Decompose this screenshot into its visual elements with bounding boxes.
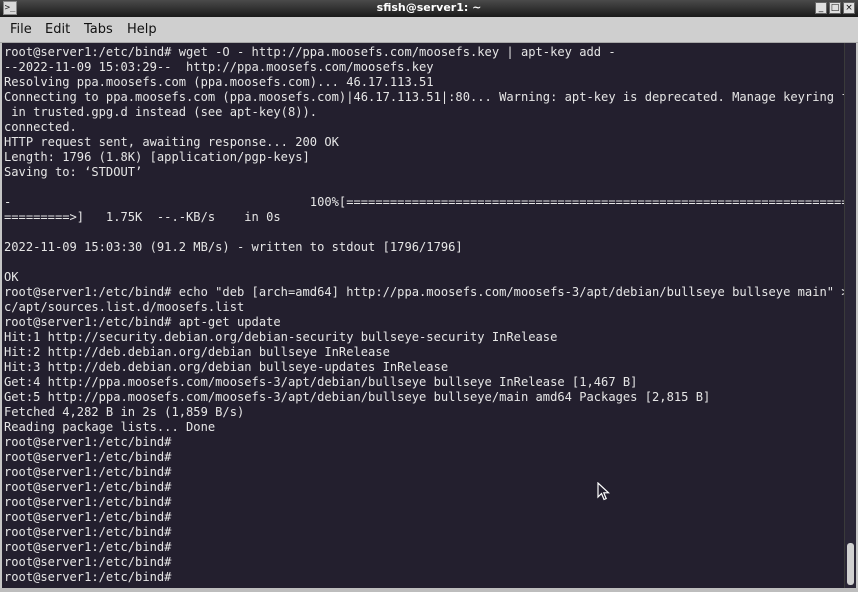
terminal-line: HTTP request sent, awaiting response... … [4, 135, 339, 149]
maximize-button[interactable]: □ [829, 2, 841, 14]
menu-bar: File Edit Tabs Help [0, 17, 858, 43]
terminal-line: OK [4, 270, 19, 284]
window-title: sfish@server1: ~ [376, 1, 482, 14]
terminal-line: root@server1:/etc/bind# [4, 480, 172, 494]
terminal-line: root@server1:/etc/bind# [4, 540, 172, 554]
terminal-line: Saving to: ‘STDOUT’ [4, 165, 143, 179]
terminal-line: Connecting to ppa.moosefs.com (ppa.moose… [4, 90, 844, 104]
terminal-line: Hit:1 http://security.debian.org/debian-… [4, 330, 558, 344]
minimize-button[interactable]: _ [815, 2, 827, 14]
terminal-line: root@server1:/etc/bind# [4, 570, 172, 584]
terminal-output[interactable]: root@server1:/etc/bind# wget -O - http:/… [2, 43, 844, 588]
terminal-line: 2022-11-09 15:03:30 (91.2 MB/s) - writte… [4, 240, 463, 254]
mouse-pointer-icon [597, 482, 611, 501]
terminal-line: Get:4 http://ppa.moosefs.com/moosefs-3/a… [4, 375, 638, 389]
terminal-line: Get:5 http://ppa.moosefs.com/moosefs-3/a… [4, 390, 711, 404]
terminal-line: root@server1:/etc/bind# [4, 450, 172, 464]
terminal-line: =========>] 1.75K --.-KB/s in 0s [4, 210, 281, 224]
terminal-line: Length: 1796 (1.8K) [application/pgp-key… [4, 150, 310, 164]
terminal-line: - 100%[=================================… [4, 195, 844, 209]
terminal-line: root@server1:/etc/bind# [4, 525, 172, 539]
terminal-line: root@server1:/etc/bind# [4, 510, 172, 524]
menu-help[interactable]: Help [127, 22, 157, 38]
terminal-line: Fetched 4,282 B in 2s (1,859 B/s) [4, 405, 245, 419]
terminal-line: --2022-11-09 15:03:29-- http://ppa.moose… [4, 60, 434, 74]
terminal-line: root@server1:/etc/bind# echo "deb [arch=… [4, 285, 844, 299]
terminal-line: connected. [4, 120, 77, 134]
window-bottom-border [0, 588, 858, 592]
close-button[interactable]: × [843, 2, 855, 14]
terminal-window: >_ sfish@server1: ~ _ □ × File Edit Tabs… [0, 0, 858, 592]
terminal-line: Resolving ppa.moosefs.com (ppa.moosefs.c… [4, 75, 434, 89]
terminal-scrollbar[interactable] [844, 43, 856, 588]
terminal-line: root@server1:/etc/bind# [4, 435, 172, 449]
terminal-line: Hit:2 http://deb.debian.org/debian bulls… [4, 345, 390, 359]
terminal-line: Reading package lists... Done [4, 420, 216, 434]
terminal-line: root@server1:/etc/bind# [4, 555, 172, 569]
menu-file[interactable]: File [10, 22, 32, 38]
terminal-line: root@server1:/etc/bind# wget -O - http:/… [4, 45, 616, 59]
menu-tabs[interactable]: Tabs [84, 22, 113, 38]
terminal-line: root@server1:/etc/bind# [4, 465, 172, 479]
menu-edit[interactable]: Edit [45, 22, 70, 38]
terminal-line: Hit:3 http://deb.debian.org/debian bulls… [4, 360, 449, 374]
terminal-line: in trusted.gpg.d instead (see apt-key(8)… [4, 105, 318, 119]
title-bar[interactable]: >_ sfish@server1: ~ _ □ × [0, 0, 858, 17]
terminal-line: c/apt/sources.list.d/moosefs.list [4, 300, 245, 314]
terminal-line: root@server1:/etc/bind# [4, 495, 172, 509]
terminal-line: root@server1:/etc/bind# apt-get update [4, 315, 281, 329]
scrollbar-thumb[interactable] [847, 543, 854, 585]
